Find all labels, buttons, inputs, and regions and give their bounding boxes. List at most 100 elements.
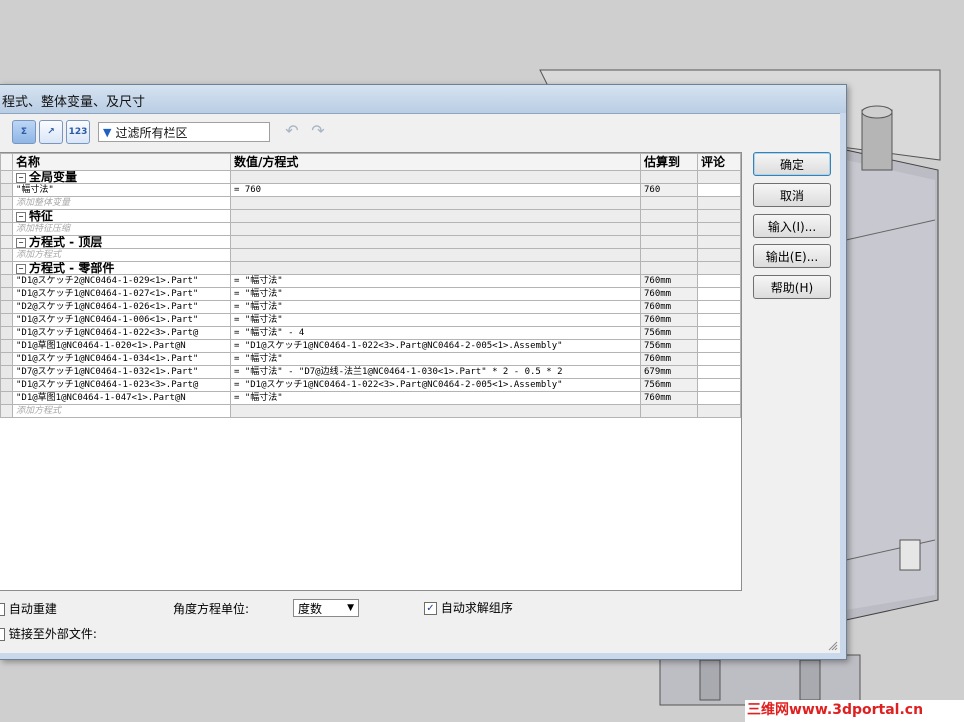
filter-text: 过滤所有栏区 <box>115 125 188 140</box>
link-external-option[interactable]: 链接至外部文件: <box>0 625 97 642</box>
section-equations-top[interactable]: − 方程式 - 顶层 <box>0 235 741 249</box>
cell-value[interactable]: = 760 <box>230 183 641 197</box>
link-external-label: 链接至外部文件: <box>8 627 97 641</box>
section-equations-parts[interactable]: − 方程式 - 零部件 <box>0 261 741 275</box>
cell-estimate: 679mm <box>640 365 698 379</box>
table-row[interactable]: "D1@スケッチ1@NC0464-1-034<1>.Part" = "幅寸法" … <box>0 352 741 366</box>
redo-icon[interactable]: ↷ <box>308 122 328 140</box>
cell-comment[interactable] <box>697 391 741 405</box>
resize-grip-icon[interactable] <box>826 639 838 651</box>
section-global-variables[interactable]: − 全局变量 <box>0 170 741 184</box>
auto-solve-label: 自动求解组序 <box>440 601 513 615</box>
cell-value[interactable]: = "幅寸法" - 4 <box>230 326 641 340</box>
sketch-equation-view-icon[interactable]: ↗ <box>39 120 63 144</box>
section-features[interactable]: − 特征 <box>0 209 741 223</box>
cell-name[interactable]: "D7@スケッチ1@NC0464-1-032<1>.Part" <box>12 365 231 379</box>
cell-value[interactable]: = "幅寸法" <box>230 313 641 327</box>
table-row[interactable]: "幅寸法" = 760 760 <box>0 183 741 197</box>
equations-dialog: 程式、整体变量、及尺寸 Σ ↗ 123 ▼ 过滤所有栏区 ↶ ↷ 名称 数值/方… <box>0 84 847 660</box>
cell-comment[interactable] <box>697 183 741 197</box>
column-header-name[interactable]: 名称 <box>12 153 231 171</box>
cell-comment[interactable] <box>697 274 741 288</box>
cell-value[interactable]: = "幅寸法" <box>230 391 641 405</box>
ordered-view-icon[interactable]: 123 <box>66 120 90 144</box>
cell-value[interactable]: = "幅寸法" <box>230 287 641 301</box>
cell-value[interactable]: = "幅寸法" <box>230 352 641 366</box>
cell-comment[interactable] <box>697 378 741 392</box>
cell-estimate: 756mm <box>640 339 698 353</box>
cell-comment[interactable] <box>697 365 741 379</box>
cell-name[interactable]: "D1@草图1@NC0464-1-020<1>.Part@N <box>12 339 231 353</box>
filter-input[interactable]: ▼ 过滤所有栏区 <box>98 122 270 142</box>
auto-solve-checkbox[interactable]: ✓ <box>424 602 437 615</box>
auto-rebuild-checkbox[interactable] <box>0 603 5 616</box>
dialog-titlebar[interactable]: 程式、整体变量、及尺寸 <box>0 85 846 114</box>
table-row[interactable]: "D1@スケッチ2@NC0464-1-029<1>.Part" = "幅寸法" … <box>0 274 741 288</box>
cell-value[interactable]: = "幅寸法" <box>230 300 641 314</box>
cell-estimate: 760mm <box>640 274 698 288</box>
cell-estimate: 756mm <box>640 378 698 392</box>
import-button[interactable]: 输入(I)... <box>753 214 831 238</box>
cell-comment[interactable] <box>697 352 741 366</box>
cell-name[interactable]: "D2@スケッチ1@NC0464-1-026<1>.Part" <box>12 300 231 314</box>
column-header-estimate[interactable]: 估算到 <box>640 153 698 171</box>
collapse-icon[interactable]: − <box>16 264 26 274</box>
collapse-icon[interactable]: − <box>16 238 26 248</box>
cell-comment[interactable] <box>697 339 741 353</box>
table-row[interactable]: "D1@草图1@NC0464-1-047<1>.Part@N = "幅寸法" 7… <box>0 391 741 405</box>
section-label: 方程式 - 零部件 <box>29 261 115 275</box>
add-row[interactable]: 添加整体变量 <box>0 196 741 210</box>
filter-icon: ▼ <box>103 125 112 139</box>
angle-unit-label: 角度方程单位: <box>173 602 250 616</box>
auto-solve-option[interactable]: ✓ 自动求解组序 <box>424 599 513 616</box>
cell-name[interactable]: "D1@スケッチ1@NC0464-1-006<1>.Part" <box>12 313 231 327</box>
table-row[interactable]: "D2@スケッチ1@NC0464-1-026<1>.Part" = "幅寸法" … <box>0 300 741 314</box>
table-row[interactable]: "D1@スケッチ1@NC0464-1-006<1>.Part" = "幅寸法" … <box>0 313 741 327</box>
cell-comment[interactable] <box>697 326 741 340</box>
cell-name[interactable]: "D1@スケッチ2@NC0464-1-029<1>.Part" <box>12 274 231 288</box>
cell-comment[interactable] <box>697 300 741 314</box>
add-row[interactable]: 添加方程式 <box>0 404 741 418</box>
auto-rebuild-option[interactable]: 自动重建 <box>0 600 57 617</box>
cell-name[interactable]: "D1@スケッチ1@NC0464-1-023<3>.Part@ <box>12 378 231 392</box>
auto-rebuild-label: 自动重建 <box>8 602 57 616</box>
dropdown-arrow-icon: ▼ <box>347 603 354 613</box>
section-label: 特征 <box>29 209 54 223</box>
cell-value[interactable]: = "D1@スケッチ1@NC0464-1-022<3>.Part@NC0464-… <box>230 378 641 392</box>
export-button[interactable]: 输出(E)... <box>753 244 831 268</box>
help-button[interactable]: 帮助(H) <box>753 275 831 299</box>
collapse-icon[interactable]: − <box>16 173 26 183</box>
cell-name[interactable]: "幅寸法" <box>12 183 231 197</box>
cell-name[interactable]: "D1@スケッチ1@NC0464-1-034<1>.Part" <box>12 352 231 366</box>
cell-value[interactable]: = "幅寸法" - "D7@边线-法兰1@NC0464-1-030<1>.Par… <box>230 365 641 379</box>
add-global-variable[interactable]: 添加整体变量 <box>12 196 231 210</box>
table-row[interactable]: "D1@スケッチ1@NC0464-1-023<3>.Part@ = "D1@スケ… <box>0 378 741 392</box>
cell-estimate: 760mm <box>640 287 698 301</box>
collapse-icon[interactable]: − <box>16 212 26 222</box>
angle-unit-select[interactable]: 度数 ▼ <box>293 599 359 617</box>
numbers-icon: 123 <box>68 127 88 137</box>
cell-name[interactable]: "D1@スケッチ1@NC0464-1-027<1>.Part" <box>12 287 231 301</box>
add-feature-suppression[interactable]: 添加特征压缩 <box>12 222 231 236</box>
table-row[interactable]: "D1@草图1@NC0464-1-020<1>.Part@N = "D1@スケッ… <box>0 339 741 353</box>
column-header-value[interactable]: 数值/方程式 <box>230 153 641 171</box>
cell-comment[interactable] <box>697 287 741 301</box>
cell-name[interactable]: "D1@草图1@NC0464-1-047<1>.Part@N <box>12 391 231 405</box>
cell-value[interactable]: = "D1@スケッチ1@NC0464-1-022<3>.Part@NC0464-… <box>230 339 641 353</box>
add-row[interactable]: 添加特征压缩 <box>0 222 741 236</box>
cell-value[interactable]: = "幅寸法" <box>230 274 641 288</box>
cancel-button[interactable]: 取消 <box>753 183 831 207</box>
undo-icon[interactable]: ↶ <box>282 122 302 140</box>
add-row[interactable]: 添加方程式 <box>0 248 741 262</box>
add-equation-parts[interactable]: 添加方程式 <box>12 404 231 418</box>
add-equation-top[interactable]: 添加方程式 <box>12 248 231 262</box>
ok-button[interactable]: 确定 <box>753 152 831 176</box>
cell-name[interactable]: "D1@スケッチ1@NC0464-1-022<3>.Part@ <box>12 326 231 340</box>
link-external-checkbox[interactable] <box>0 628 5 641</box>
table-row[interactable]: "D7@スケッチ1@NC0464-1-032<1>.Part" = "幅寸法" … <box>0 365 741 379</box>
cell-comment[interactable] <box>697 313 741 327</box>
column-header-comment[interactable]: 评论 <box>697 153 741 171</box>
table-row[interactable]: "D1@スケッチ1@NC0464-1-022<3>.Part@ = "幅寸法" … <box>0 326 741 340</box>
table-row[interactable]: "D1@スケッチ1@NC0464-1-027<1>.Part" = "幅寸法" … <box>0 287 741 301</box>
equation-view-icon[interactable]: Σ <box>12 120 36 144</box>
